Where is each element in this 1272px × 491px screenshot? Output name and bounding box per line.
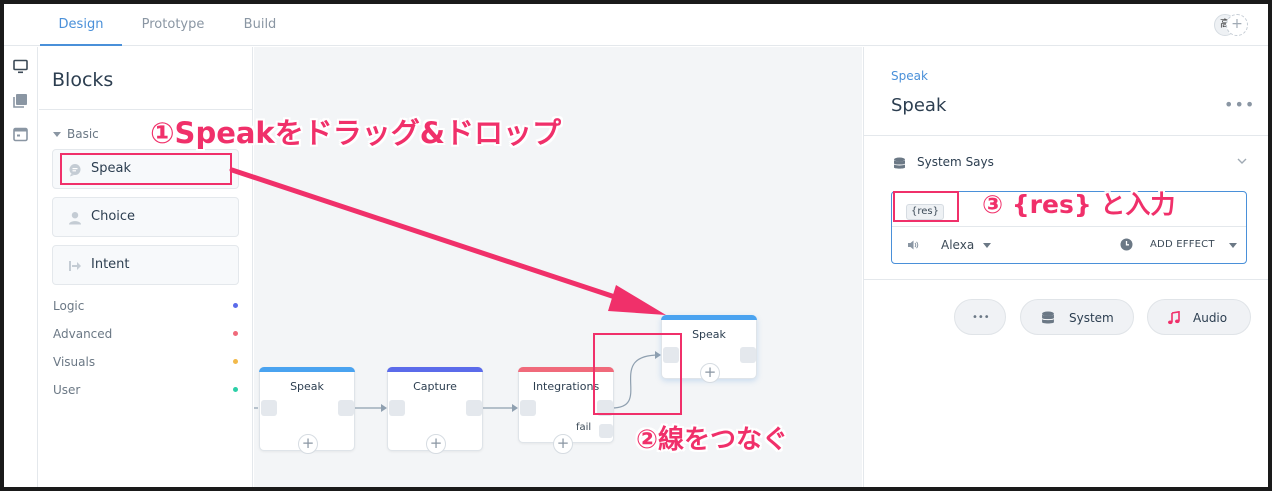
annotation-step3: ③ {res} と入力: [982, 190, 1176, 219]
annotation-step1: ①Speakをドラッグ&ドロップ: [150, 116, 562, 150]
app-window: Design Prototype Build 高 + Blocks Basic: [4, 4, 1268, 487]
annotation-drag-arrow: [229, 167, 666, 315]
annotation-step2: ②線をつなぐ: [636, 425, 789, 455]
